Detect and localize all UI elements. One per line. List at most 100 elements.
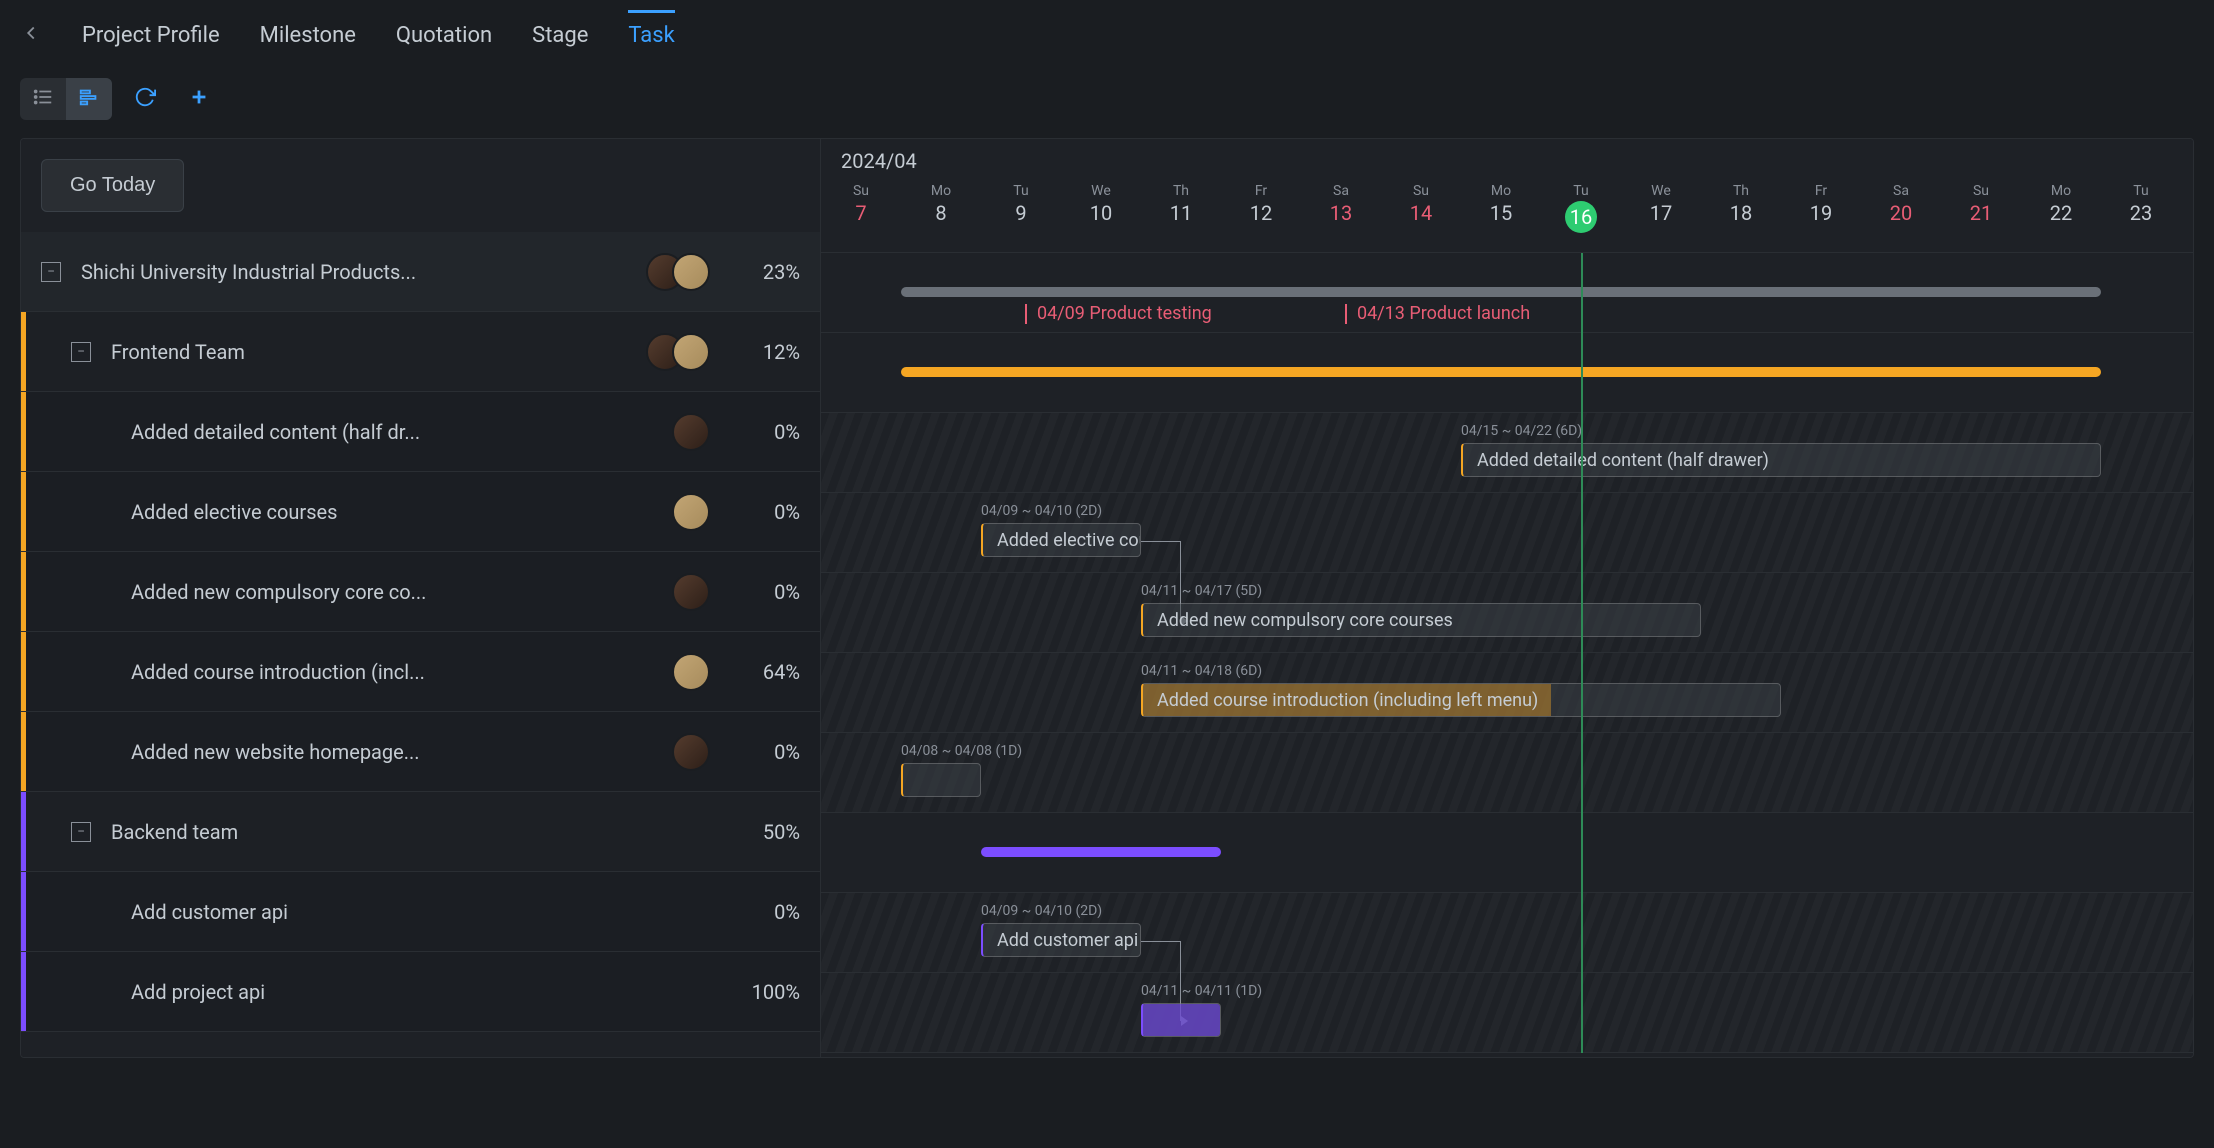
milestone-label: 04/09 Product testing (1037, 303, 1212, 324)
task-bar[interactable]: Added new compulsory core courses (1141, 603, 1701, 637)
day-of-week: We (1621, 183, 1701, 199)
timeline-day[interactable]: Sa20 (1861, 183, 1941, 247)
progress-percent: 0% (730, 420, 800, 444)
timeline-day[interactable]: Fr12 (1221, 183, 1301, 247)
avatar-stack (672, 493, 710, 531)
progress-percent: 12% (730, 340, 800, 364)
project-summary-bar[interactable] (901, 287, 2101, 297)
avatar-stack (672, 653, 710, 691)
task-bar[interactable]: Added elective courses (981, 523, 1141, 557)
day-of-week: Fr (1221, 183, 1301, 199)
timeline-header: 2024/04 Su7Mo8Tu9We10Th11Fr12Sa13Su14Mo1… (821, 139, 2193, 253)
view-toggle (20, 78, 112, 120)
timeline-day[interactable]: Mo22 (2021, 183, 2101, 247)
day-number: 8 (901, 201, 981, 225)
avatar[interactable] (672, 493, 710, 531)
collapse-toggle-icon[interactable]: − (71, 822, 91, 842)
tree-row-task[interactable]: Added new compulsory core co...0% (21, 552, 820, 632)
group-stripe (21, 712, 26, 791)
list-icon (32, 86, 54, 112)
timeline-day[interactable]: Tu9 (981, 183, 1061, 247)
task-bar-wrap: 04/09 ~ 04/10 (2D) Add customer api (981, 903, 1141, 957)
task-name-label: Backend team (111, 820, 710, 844)
top-nav: Project Profile Milestone Quotation Stag… (0, 0, 2214, 70)
timeline-day[interactable]: Mo15 (1461, 183, 1541, 247)
timeline-day[interactable]: We17 (1621, 183, 1701, 247)
task-name-label: Frontend Team (111, 340, 646, 364)
timeline-day[interactable]: Tu23 (2101, 183, 2181, 247)
back-icon[interactable] (20, 22, 42, 49)
today-line (1581, 253, 1583, 1053)
tree-row-group[interactable]: −Backend team 50% (21, 792, 820, 872)
timeline-day[interactable]: We10 (1061, 183, 1141, 247)
timeline-day[interactable]: Fr19 (1781, 183, 1861, 247)
go-today-button[interactable]: Go Today (41, 159, 184, 212)
avatar-stack (672, 733, 710, 771)
group-stripe (21, 312, 26, 391)
task-tree: −Shichi University Industrial Products..… (21, 232, 820, 1057)
timeline-day[interactable]: Tu16 (1541, 183, 1621, 247)
avatar[interactable] (672, 573, 710, 611)
group-summary-bar[interactable] (901, 367, 2101, 377)
task-bar[interactable]: Added detailed content (half drawer) (1461, 443, 2101, 477)
gantt-view-button[interactable] (66, 78, 112, 120)
milestone-marker[interactable]: 04/09 Product testing (1025, 303, 1212, 324)
timeline-day[interactable]: Th11 (1141, 183, 1221, 247)
gantt-row: 04/09 ~ 04/10 (2D) Added elective course… (821, 493, 2193, 573)
timeline-month-label: 2024/04 (821, 139, 2193, 183)
timeline-day[interactable]: Su14 (1381, 183, 1461, 247)
milestone-tick-icon (1025, 304, 1027, 324)
tab-project-profile[interactable]: Project Profile (82, 13, 220, 58)
tab-milestone[interactable]: Milestone (260, 13, 356, 58)
collapse-toggle-icon[interactable]: − (41, 262, 61, 282)
gantt-icon (78, 86, 100, 112)
task-date-range: 04/11 ~ 04/18 (6D) (1141, 663, 1781, 679)
task-bar[interactable]: Added course introduction (including lef… (1141, 683, 1781, 717)
timeline-day[interactable]: Su21 (1941, 183, 2021, 247)
timeline-day[interactable]: Mo8 (901, 183, 981, 247)
tree-row-task[interactable]: Add customer api0% (21, 872, 820, 952)
avatar[interactable] (672, 653, 710, 691)
task-bar[interactable]: Add customer api (981, 923, 1141, 957)
day-of-week: Mo (1461, 183, 1541, 199)
task-bar[interactable]: Add project api (1141, 1003, 1221, 1037)
tree-row-task[interactable]: Added elective courses0% (21, 472, 820, 552)
collapse-toggle-icon[interactable]: − (71, 342, 91, 362)
milestone-marker[interactable]: 04/13 Product launch (1345, 303, 1530, 324)
avatar[interactable] (672, 253, 710, 291)
day-number: 21 (1941, 201, 2021, 225)
day-of-week: Tu (1541, 183, 1621, 199)
avatar[interactable] (672, 413, 710, 451)
refresh-button[interactable] (124, 80, 166, 119)
task-bar-label: Add customer api (997, 930, 1138, 951)
avatar[interactable] (672, 333, 710, 371)
tree-row-group[interactable]: −Frontend Team 12% (21, 312, 820, 392)
add-button[interactable] (178, 80, 220, 119)
tree-row-task[interactable]: Added detailed content (half dr...0% (21, 392, 820, 472)
tab-stage[interactable]: Stage (532, 13, 588, 58)
progress-percent: 50% (730, 820, 800, 844)
gantt-row: 04/09 ~ 04/10 (2D) Add customer api (821, 893, 2193, 973)
timeline-day[interactable]: Sa13 (1301, 183, 1381, 247)
group-stripe (21, 792, 26, 871)
tree-row-task[interactable]: Added course introduction (incl...64% (21, 632, 820, 712)
timeline-day[interactable]: Th18 (1701, 183, 1781, 247)
avatar[interactable] (672, 733, 710, 771)
task-name-label: Shichi University Industrial Products... (81, 260, 646, 284)
tab-task[interactable]: Task (628, 10, 674, 58)
tree-row-task[interactable]: Added new website homepage...0% (21, 712, 820, 792)
task-bar-wrap: 04/15 ~ 04/22 (6D) Added detailed conten… (1461, 423, 2101, 477)
task-bar[interactable]: Added new website homepage (including La… (901, 763, 981, 797)
tree-row-task[interactable]: Add project api100% (21, 952, 820, 1032)
group-stripe (21, 472, 26, 551)
task-date-range: 04/09 ~ 04/10 (2D) (981, 903, 1141, 919)
day-of-week: Th (1141, 183, 1221, 199)
task-bar-wrap: 04/08 ~ 04/08 (1D) Added new website hom… (901, 743, 1022, 797)
timeline-day[interactable]: Su7 (821, 183, 901, 247)
tree-row-project[interactable]: −Shichi University Industrial Products..… (21, 232, 820, 312)
list-view-button[interactable] (20, 78, 66, 120)
day-of-week: Su (821, 183, 901, 199)
group-summary-bar[interactable] (981, 847, 1221, 857)
tab-quotation[interactable]: Quotation (396, 13, 492, 58)
gantt-body[interactable]: 04/09 Product testing 04/13 Product launc… (821, 253, 2193, 1053)
